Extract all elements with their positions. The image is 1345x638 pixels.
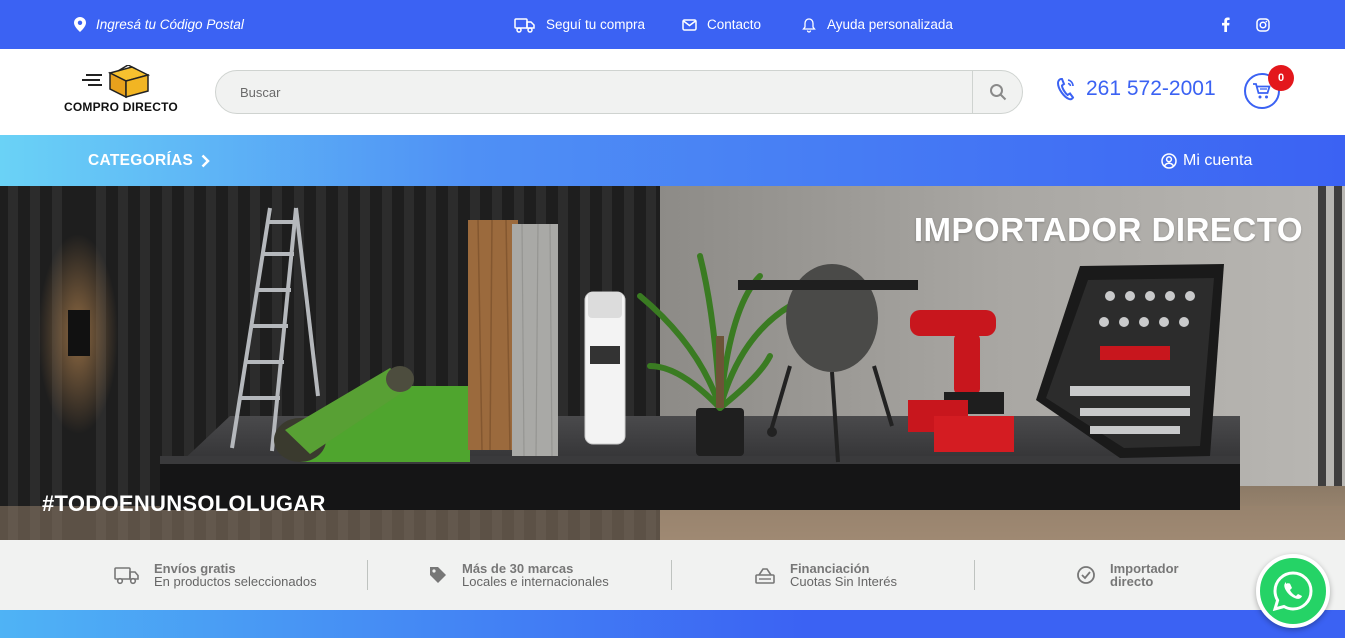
user-circle-icon xyxy=(1161,152,1177,169)
feature-free-shipping: Envíos gratis En productos seleccionados xyxy=(114,540,317,610)
whatsapp-button[interactable] xyxy=(1256,554,1330,628)
facebook-icon xyxy=(1222,17,1230,32)
phone-link[interactable]: 261 572-2001 xyxy=(1056,77,1216,101)
feature-importer: Importador directo xyxy=(1076,540,1179,610)
logo-box-icon xyxy=(82,65,151,99)
chevron-right-icon xyxy=(201,154,210,167)
phone-icon xyxy=(1056,78,1075,101)
instagram-link[interactable] xyxy=(1256,0,1270,49)
feature-subtitle: directo xyxy=(1110,574,1154,589)
truck-icon xyxy=(114,567,139,585)
main-nav: CATEGORÍAS Mi cuenta xyxy=(0,135,1345,186)
hero-title: IMPORTADOR DIRECTO xyxy=(913,211,1303,248)
contact-link[interactable]: Contacto xyxy=(682,0,761,49)
search-input[interactable] xyxy=(216,71,973,113)
logo[interactable]: COMPRO DIRECTO xyxy=(62,65,182,117)
personal-help-link[interactable]: Ayuda personalizada xyxy=(801,0,953,49)
search-icon xyxy=(989,84,1006,101)
search-button[interactable] xyxy=(972,71,1022,113)
check-circle-icon xyxy=(1077,566,1095,584)
feature-subtitle: Locales e internacionales xyxy=(462,574,609,589)
categories-label: CATEGORÍAS xyxy=(88,151,194,169)
divider xyxy=(671,560,672,590)
cart-count-badge: 0 xyxy=(1268,65,1294,91)
categories-menu[interactable]: CATEGORÍAS xyxy=(88,135,210,186)
envelope-icon xyxy=(682,18,697,31)
tag-icon xyxy=(430,567,446,583)
instagram-icon xyxy=(1256,17,1270,32)
feature-subtitle: En productos seleccionados xyxy=(154,574,317,589)
divider xyxy=(367,560,368,590)
logo-text: COMPRO DIRECTO xyxy=(64,100,178,114)
track-order-link[interactable]: Seguí tu compra xyxy=(514,0,645,49)
search-bar xyxy=(215,70,1023,114)
main-header: COMPRO DIRECTO 261 572-2001 xyxy=(0,49,1345,135)
map-pin-icon xyxy=(74,17,86,32)
my-account-label: Mi cuenta xyxy=(1183,151,1253,169)
facebook-link[interactable] xyxy=(1221,0,1230,49)
contact-label: Contacto xyxy=(707,17,762,32)
cash-icon xyxy=(755,568,775,584)
bell-icon xyxy=(802,17,816,33)
postal-code-label: Ingresá tu Código Postal xyxy=(96,17,244,32)
track-order-label: Seguí tu compra xyxy=(546,17,646,32)
bottom-strip xyxy=(0,610,1345,638)
features-bar: Envíos gratis En productos seleccionados… xyxy=(0,540,1345,610)
top-bar: Ingresá tu Código Postal Seguí tu compra… xyxy=(0,0,1345,49)
my-account-link[interactable]: Mi cuenta xyxy=(1161,135,1252,186)
feature-brands: Más de 30 marcas Locales e internacional… xyxy=(428,540,609,610)
whatsapp-icon xyxy=(1272,571,1313,612)
hero-banner[interactable]: IMPORTADOR DIRECTO #TODOENUNSOLOLUGAR xyxy=(0,186,1345,540)
postal-code-link[interactable]: Ingresá tu Código Postal xyxy=(74,0,244,49)
personal-help-label: Ayuda personalizada xyxy=(827,17,953,32)
feature-financing: Financiación Cuotas Sin Interés xyxy=(754,540,897,610)
feature-subtitle: Cuotas Sin Interés xyxy=(790,574,897,589)
delivery-truck-icon xyxy=(514,17,535,33)
phone-number: 261 572-2001 xyxy=(1086,77,1216,100)
divider xyxy=(974,560,975,590)
hero-tagline: #TODOENUNSOLOLUGAR xyxy=(42,491,326,516)
